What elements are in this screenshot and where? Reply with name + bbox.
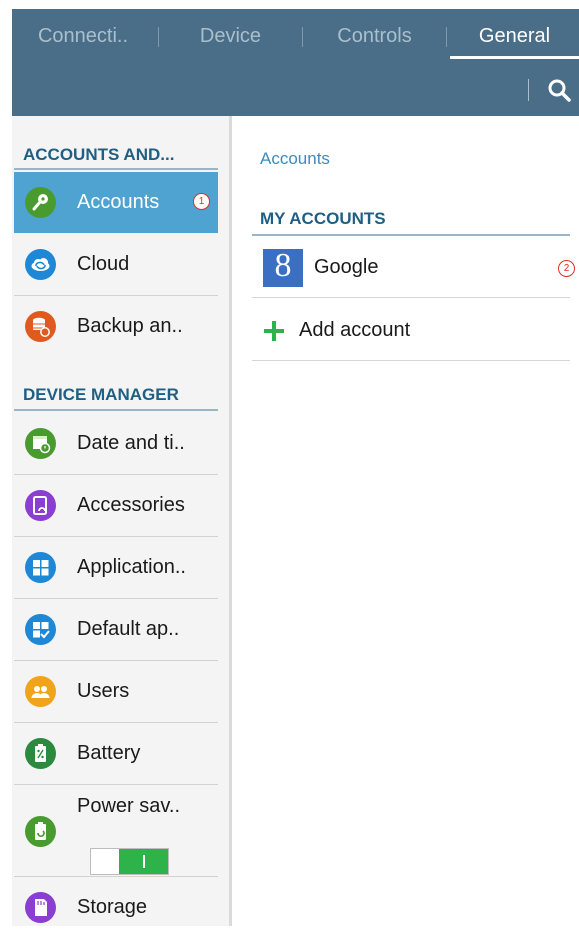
my-accounts-header: MY ACCOUNTS [260, 209, 386, 228]
search-button[interactable] [542, 71, 579, 109]
row-divider [252, 360, 570, 361]
sidebar-item-label: Accessories [77, 494, 185, 516]
tab-device[interactable]: Device [159, 9, 302, 61]
tab-general[interactable]: General [450, 9, 579, 61]
sidebar-item-label: Storage [77, 896, 148, 918]
sidebar-item-storage[interactable]: Storage [14, 877, 218, 938]
storage-icon [25, 892, 56, 923]
row-divider [252, 297, 570, 298]
sidebar-item-label: Users [77, 680, 130, 702]
sidebar-item-label: Date and ti.. [77, 432, 185, 454]
sidebar-item-label: Default ap.. [77, 618, 180, 640]
sidebar-item-applications[interactable]: Application.. [14, 537, 218, 598]
sidebar-item-date-time[interactable]: Date and ti.. [14, 413, 218, 474]
section-divider [252, 234, 570, 236]
sidebar-item-label: Backup an.. [77, 315, 183, 337]
search-separator [528, 79, 529, 101]
active-tab-indicator [450, 56, 579, 59]
sidebar-item-label: Battery [77, 742, 141, 764]
panel-divider [229, 116, 232, 926]
sidebar-item-label: Cloud [77, 253, 130, 275]
section-device-manager-header: DEVICE MANAGER [23, 385, 179, 404]
sidebar-item-cloud[interactable]: Cloud [14, 234, 218, 295]
google-logo: 8 [263, 249, 303, 287]
battery-icon [25, 738, 56, 769]
top-bar: Connecti.. Device Controls General [12, 9, 579, 116]
section-accounts-header: ACCOUNTS AND... [23, 145, 175, 164]
sidebar-item-battery[interactable]: Battery [14, 723, 218, 784]
power-saving-icon [25, 816, 56, 847]
sidebar-item-accessories[interactable]: Accessories [14, 475, 218, 536]
sidebar-item-default-apps[interactable]: Default ap.. [14, 599, 218, 660]
tab-bar: Connecti.. Device Controls General [12, 9, 579, 61]
tab-connections[interactable]: Connecti.. [12, 9, 154, 61]
apps-icon [25, 552, 56, 583]
users-icon [25, 676, 56, 707]
default-apps-icon [25, 614, 56, 645]
backup-icon [25, 311, 56, 342]
tab-separator [446, 27, 447, 47]
sidebar-item-power-saving[interactable]: Power sav.. [14, 785, 218, 877]
sidebar-item-backup[interactable]: Backup an.. [14, 296, 218, 357]
power-saving-toggle[interactable] [90, 848, 169, 875]
cloud-icon [25, 249, 56, 280]
section-divider [14, 168, 218, 170]
sidebar-item-accounts[interactable]: Accounts [14, 172, 218, 233]
breadcrumb: Accounts [260, 149, 330, 168]
sidebar-item-label: Power sav.. [77, 795, 180, 817]
annotation-badge-1: 1 [193, 193, 210, 210]
calendar-icon [25, 428, 56, 459]
sidebar-item-users[interactable]: Users [14, 661, 218, 722]
sidebar-item-label: Application.. [77, 556, 186, 578]
add-icon[interactable] [263, 320, 285, 342]
account-google[interactable]: Google [314, 256, 379, 279]
annotation-badge-2: 2 [558, 260, 575, 277]
sidebar-item-label: Accounts [77, 191, 160, 213]
section-divider [14, 409, 218, 411]
search-icon [548, 79, 571, 102]
accessories-icon [25, 490, 56, 521]
key-icon [25, 187, 56, 218]
add-account-button[interactable]: Add account [299, 319, 410, 342]
tab-controls[interactable]: Controls [303, 9, 446, 61]
toggle-knob [143, 855, 145, 868]
